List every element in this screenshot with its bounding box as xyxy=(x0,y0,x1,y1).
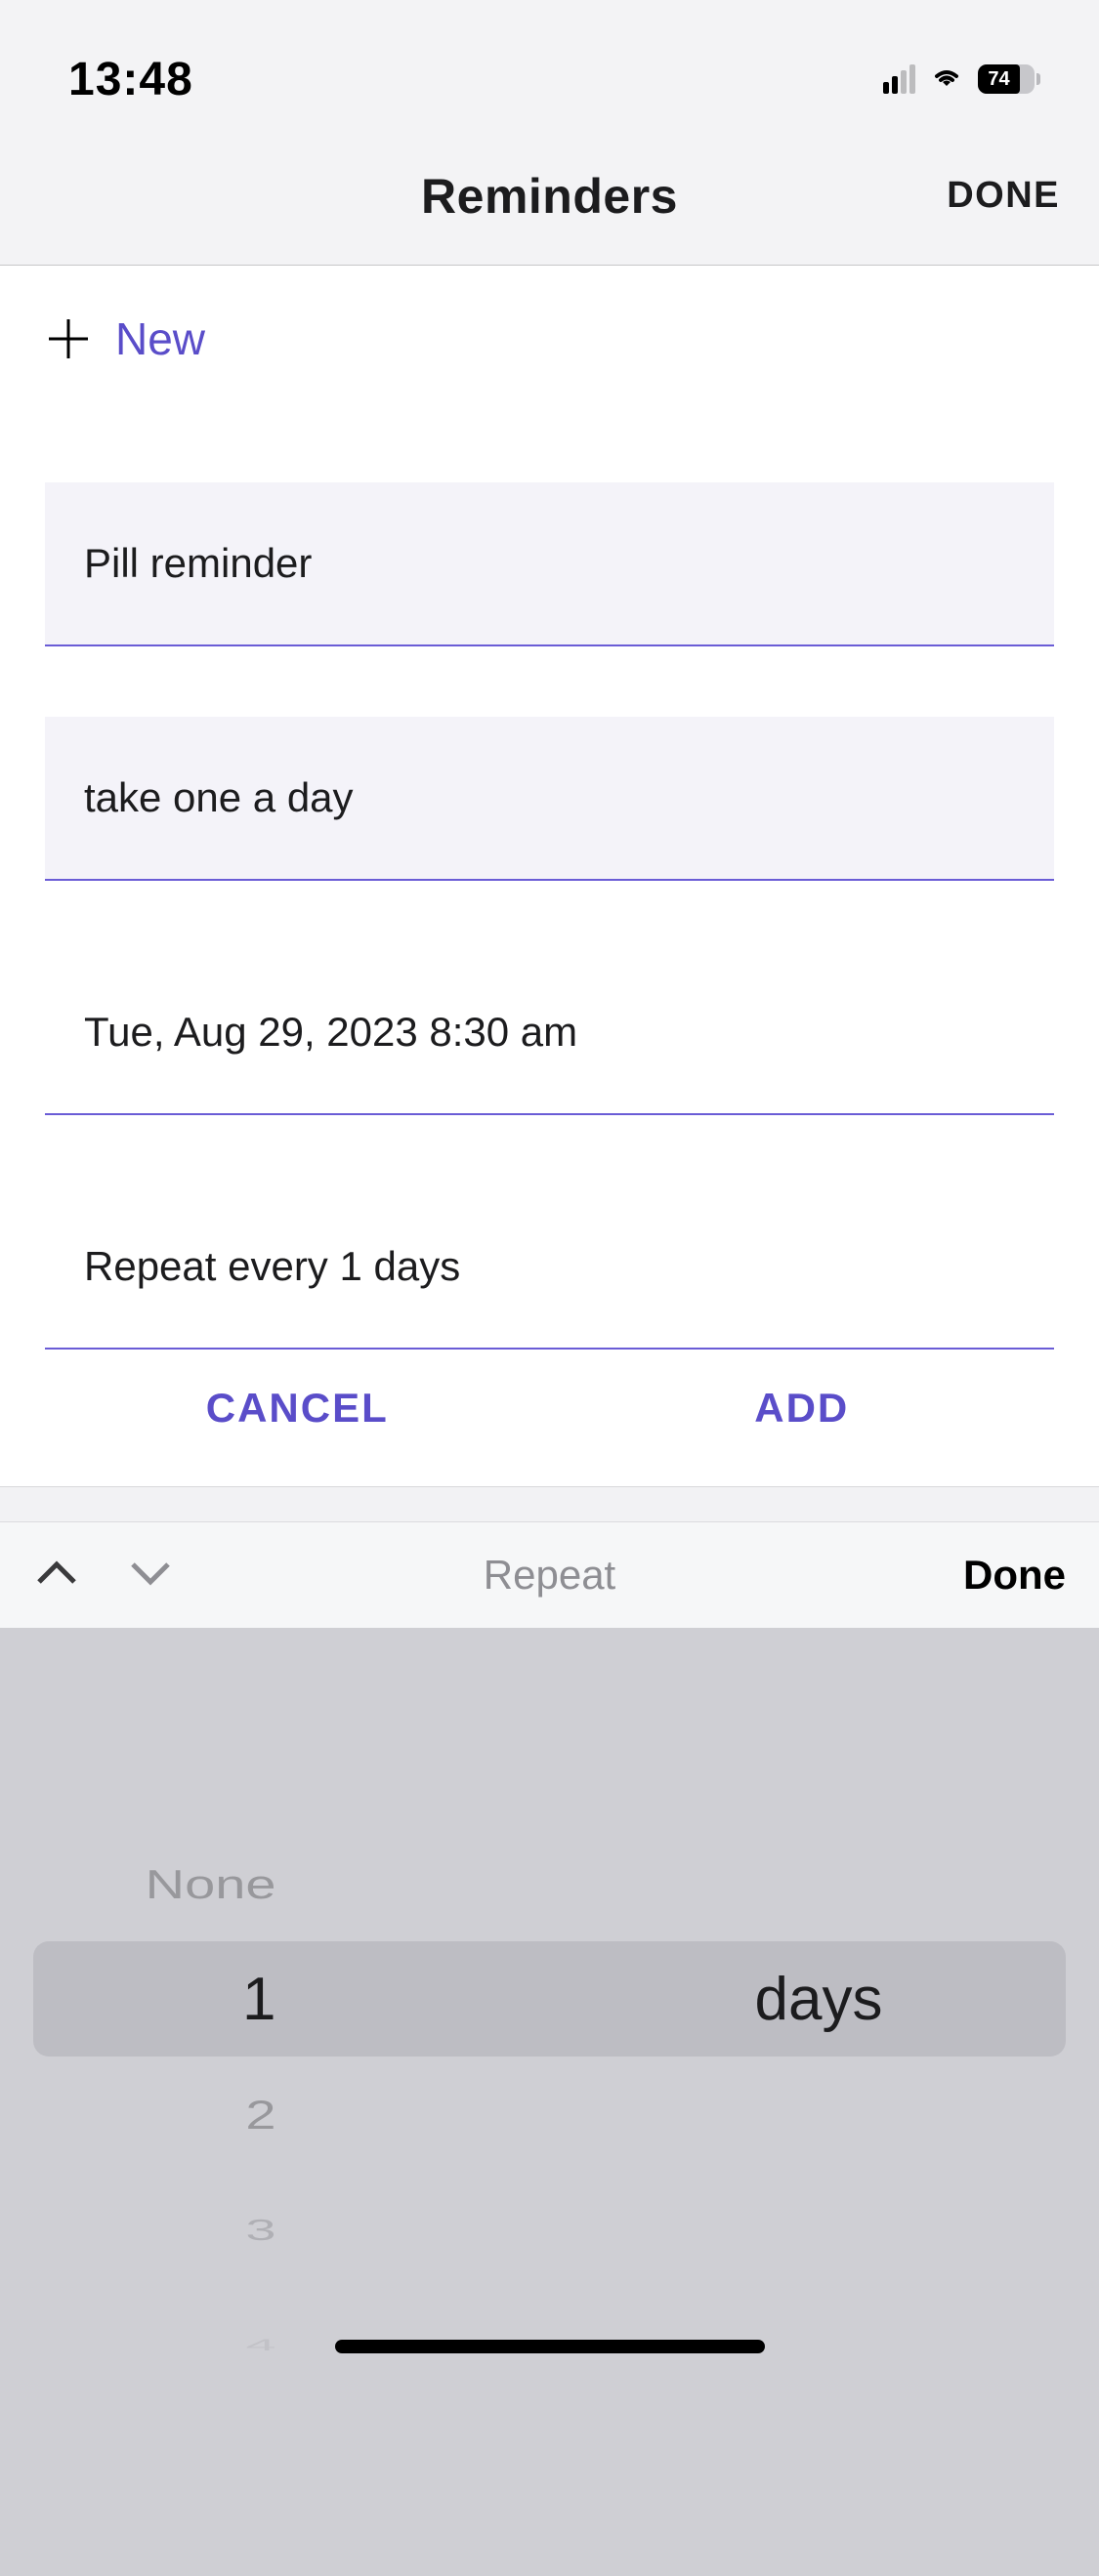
repeat-value: Repeat every 1 days xyxy=(84,1243,460,1290)
title-field[interactable]: Pill reminder xyxy=(45,482,1054,646)
keyboard-accessory-bar: Repeat Done xyxy=(0,1521,1099,1629)
picker-column-number[interactable]: None 1 2 3 4 xyxy=(0,1629,550,2576)
repeat-field[interactable]: Repeat every 1 days xyxy=(45,1185,1054,1350)
divider xyxy=(0,1486,1099,1521)
accessory-title: Repeat xyxy=(484,1552,615,1599)
datetime-field[interactable]: Tue, Aug 29, 2023 8:30 am xyxy=(45,951,1054,1115)
wifi-icon xyxy=(929,62,964,97)
repeat-picker[interactable]: None 1 2 3 4 . days xyxy=(0,1629,1099,2576)
plus-icon xyxy=(45,315,92,362)
accessory-done-button[interactable]: Done xyxy=(963,1552,1066,1599)
picker-column-unit[interactable]: . days xyxy=(550,1629,1099,2576)
new-label: New xyxy=(115,312,205,365)
datetime-value: Tue, Aug 29, 2023 8:30 am xyxy=(84,1009,577,1056)
description-field[interactable]: take one a day xyxy=(45,717,1054,881)
reminder-form: New Pill reminder take one a day Tue, Au… xyxy=(0,266,1099,1486)
picker-option-selected[interactable]: 1 xyxy=(0,1941,550,2057)
new-reminder-button[interactable]: New xyxy=(45,312,1054,365)
status-bar: 13:48 74 xyxy=(0,0,1099,127)
picker-option-selected[interactable]: days xyxy=(550,1941,1099,2057)
title-value: Pill reminder xyxy=(84,540,312,587)
page-title: Reminders xyxy=(421,168,678,225)
picker-option[interactable]: 2 xyxy=(0,2071,550,2158)
status-time: 13:48 xyxy=(68,53,193,106)
cellular-signal-icon xyxy=(883,64,915,94)
picker-option[interactable]: None xyxy=(0,1841,550,1928)
prev-field-chevron-up-icon[interactable] xyxy=(33,1558,80,1593)
picker-option[interactable]: 3 xyxy=(0,2198,550,2262)
cancel-button[interactable]: CANCEL xyxy=(45,1385,550,1432)
done-button[interactable]: DONE xyxy=(947,175,1060,217)
battery-icon: 74 xyxy=(978,64,1040,94)
form-actions: CANCEL ADD xyxy=(45,1350,1054,1486)
status-icons: 74 xyxy=(883,62,1040,97)
add-button[interactable]: ADD xyxy=(550,1385,1055,1432)
description-value: take one a day xyxy=(84,774,354,821)
home-indicator[interactable] xyxy=(335,2340,765,2353)
battery-level: 74 xyxy=(988,68,1009,91)
next-field-chevron-down-icon[interactable] xyxy=(127,1558,174,1593)
nav-header: Reminders DONE xyxy=(0,127,1099,266)
